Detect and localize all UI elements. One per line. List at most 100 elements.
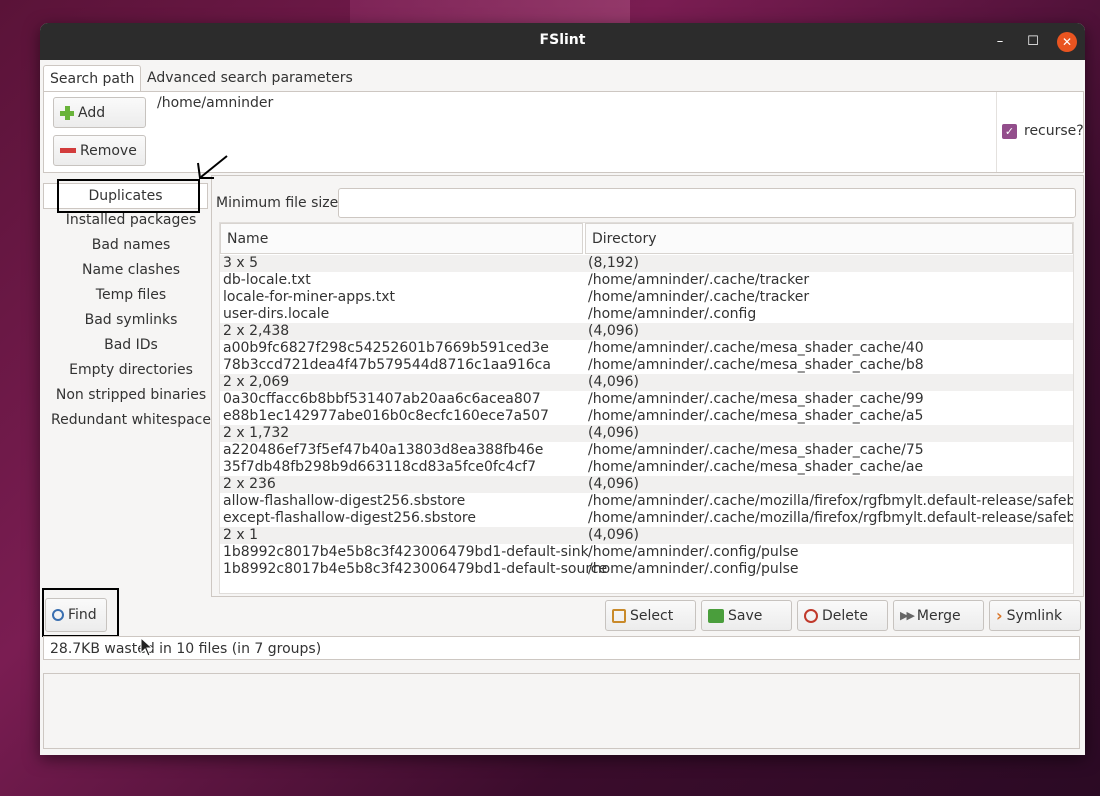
table-row[interactable]: a220486ef73f5ef47b40a13803d8ea388fb46e/h… [220,442,1073,459]
table-header: Name Directory [220,223,1073,255]
delete-label: Delete [822,607,868,624]
fslint-window: FSlint – ☐ ✕ Search path Advanced search… [40,23,1085,755]
tool-sidebar: Duplicates Installed packages Bad names … [43,183,211,593]
table-rows: 3 x 5 (8,192) db-locale.txt/home/amninder/… [220,255,1073,578]
row-directory: (4,096) [588,425,640,441]
recurse-area: ✓ recurse? [996,92,1084,172]
row-name: except-flashallow-digest256.sbstore [223,510,476,526]
table-row[interactable]: locale-for-miner-apps.txt/home/amninder/… [220,289,1073,306]
search-path-entry[interactable]: /home/amninder [157,95,273,111]
row-directory: /home/amninder/.cache/mesa_shader_cache/… [588,408,924,424]
plus-icon [60,105,74,120]
group-header-row[interactable]: 2 x 1 (4,096) [220,527,1073,544]
group-header-row[interactable]: 2 x 1,732 (4,096) [220,425,1073,442]
results-table: Name Directory 3 x 5 (8,192) db-locale.txt… [219,222,1074,594]
annotation-arrow-icon [197,155,228,179]
row-name: 0a30cffacc6b8bbf531407ab20aa6c6acea807 [223,391,541,407]
window-title: FSlint [539,32,586,48]
merge-button[interactable]: ▶▶ Merge [893,600,984,631]
table-row[interactable]: 78b3ccd721dea4f47b579544d8716c1aa916ca/h… [220,357,1073,374]
group-header-row[interactable]: 2 x 236 (4,096) [220,476,1073,493]
sidebar-item-redundant-whitespace[interactable]: Redundant whitespace [43,408,219,433]
tab-advanced-search[interactable]: Advanced search parameters [141,65,359,91]
row-directory: /home/amninder/.cache/tracker [588,289,810,305]
close-icon[interactable]: ✕ [1057,32,1077,52]
row-directory: /home/amninder/.cache/mesa_shader_cache/… [588,391,924,407]
annotation-box-duplicates [57,179,200,213]
row-name: a00b9fc6827f298c54252601b7669b591ced3e [223,340,549,356]
table-row[interactable]: e88b1ec142977abe016b0c8ecfc160ece7a507/h… [220,408,1073,425]
select-label: Select [630,607,674,624]
add-label: Add [78,104,106,121]
select-icon [612,608,626,623]
save-button[interactable]: Save [701,600,792,631]
row-directory: /home/amninder/.config/pulse [588,561,799,577]
maximize-icon[interactable]: ☐ [1023,32,1043,52]
min-size-label: Minimum file size: [216,195,343,211]
table-row[interactable]: 1b8992c8017b4e5b8c3f423006479bd1-default… [220,561,1073,578]
select-button[interactable]: Select [605,600,696,631]
row-directory: /home/amninder/.cache/mesa_shader_cache/… [588,357,924,373]
group-header-row[interactable]: 3 x 5 (8,192) [220,255,1073,272]
row-name: 1b8992c8017b4e5b8c3f423006479bd1-default… [223,561,608,577]
table-row[interactable]: a00b9fc6827f298c54252601b7669b591ced3e/h… [220,340,1073,357]
row-directory: /home/amninder/.cache/mesa_shader_cache/… [588,340,924,356]
add-button[interactable]: Add [53,97,146,128]
row-directory: /home/amninder/.config [588,306,757,322]
merge-icon: ▶▶ [900,609,915,622]
row-name: 1b8992c8017b4e5b8c3f423006479bd1-default… [223,544,589,560]
group-header-row[interactable]: 2 x 2,069 (4,096) [220,374,1073,391]
column-header-directory[interactable]: Directory [585,223,1073,254]
row-directory: (4,096) [588,527,640,543]
sidebar-item-bad-names[interactable]: Bad names [43,233,219,258]
sidebar-item-empty-directories[interactable]: Empty directories [43,358,219,383]
desktop-background-shape [350,0,630,24]
table-row[interactable]: 0a30cffacc6b8bbf531407ab20aa6c6acea807/h… [220,391,1073,408]
row-name: user-dirs.locale [223,306,330,322]
table-row[interactable]: db-locale.txt/home/amninder/.cache/track… [220,272,1073,289]
save-label: Save [728,607,763,624]
row-name: locale-for-miner-apps.txt [223,289,395,305]
row-directory: /home/amninder/.cache/mozilla/firefox/rg… [588,510,1074,526]
results-panel: Minimum file size: Name Directory 3 x 5 (… [211,175,1084,597]
row-directory: /home/amninder/.cache/tracker [588,272,810,288]
row-directory: (4,096) [588,323,640,339]
row-directory: /home/amninder/.cache/mesa_shader_cache/… [588,459,924,475]
delete-button[interactable]: Delete [797,600,888,631]
recurse-checkbox[interactable]: ✓ [1002,124,1017,139]
row-directory: (4,096) [588,476,640,492]
table-row[interactable]: allow-flashallow-digest256.sbstore/home/… [220,493,1073,510]
tab-search-path[interactable]: Search path [43,65,141,92]
row-name: 3 x 5 [223,255,258,271]
table-row[interactable]: 1b8992c8017b4e5b8c3f423006479bd1-default… [220,544,1073,561]
row-directory: (8,192) [588,255,640,271]
delete-icon [804,608,818,623]
row-name: 2 x 236 [223,476,276,492]
row-name: 2 x 1,732 [223,425,290,441]
column-header-name[interactable]: Name [220,223,583,254]
sidebar-item-bad-ids[interactable]: Bad IDs [43,333,219,358]
row-name: e88b1ec142977abe016b0c8ecfc160ece7a507 [223,408,549,424]
group-header-row[interactable]: 2 x 2,438 (4,096) [220,323,1073,340]
table-row[interactable]: except-flashallow-digest256.sbstore/home… [220,510,1073,527]
sidebar-item-name-clashes[interactable]: Name clashes [43,258,219,283]
min-size-input[interactable] [338,188,1076,218]
remove-label: Remove [80,142,137,159]
table-row[interactable]: 35f7db48fb298b9d663118cd83a5fce0fc4cf7/h… [220,459,1073,476]
save-icon [708,608,724,623]
row-name: 2 x 2,069 [223,374,290,390]
sidebar-item-non-stripped-binaries[interactable]: Non stripped binaries [43,383,219,408]
sidebar-item-temp-files[interactable]: Temp files [43,283,219,308]
row-directory: /home/amninder/.config/pulse [588,544,799,560]
table-row[interactable]: user-dirs.locale/home/amninder/.config [220,306,1073,323]
row-name: 2 x 1 [223,527,258,543]
sidebar-item-bad-symlinks[interactable]: Bad symlinks [43,308,219,333]
minus-icon [60,148,76,153]
titlebar: FSlint – ☐ ✕ [40,23,1085,60]
annotation-box-find [42,588,119,637]
row-name: db-locale.txt [223,272,311,288]
minimize-icon[interactable]: – [990,32,1010,52]
symlink-button[interactable]: › Symlink [989,600,1081,631]
status-bar: 28.7KB wasted in 10 files (in 7 groups) [43,636,1080,660]
remove-button[interactable]: Remove [53,135,146,166]
